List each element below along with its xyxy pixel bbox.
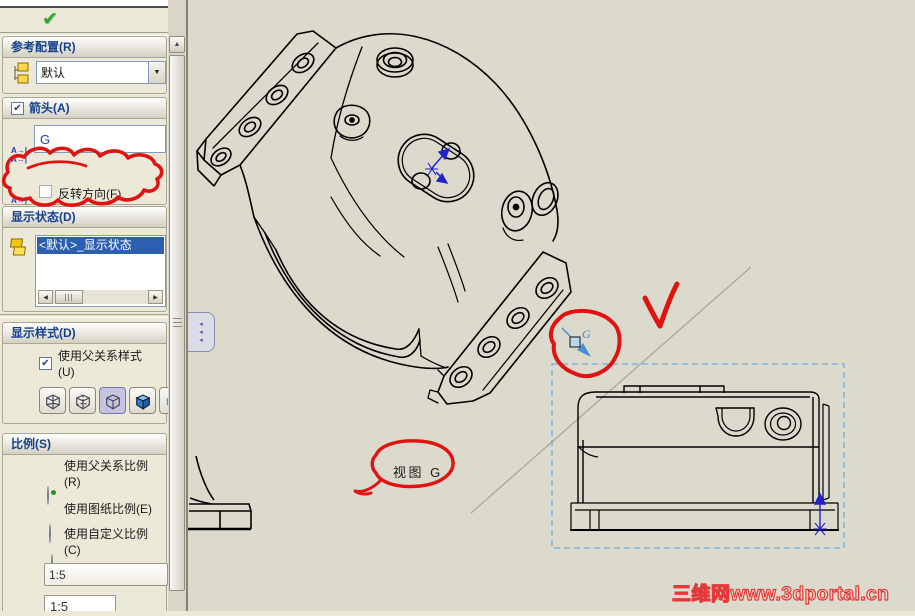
aux-view-drawing <box>570 385 839 531</box>
reverse-direction-label: 反转方向(F) <box>58 187 122 201</box>
label-direction-icon: A→| A→| <box>11 146 28 164</box>
use-sheet-scale-label: 使用图纸比例(E) <box>64 502 152 516</box>
group-scale: 比例(S) 使用父关系比例 (R) 使用图纸比例(E) 使用自定义比例 (C) … <box>2 433 168 611</box>
watermark-text: 三维网www.3dportal.cn <box>671 583 890 605</box>
panel-collapse-tab[interactable]: ◂ ◂ ◂ <box>188 312 215 352</box>
group-title: 显示样式(D) <box>11 326 76 340</box>
group-header-display-state[interactable]: 显示状态(D) <box>3 207 166 228</box>
aux-view-selection[interactable] <box>551 363 845 549</box>
scale-combobox-value: 1:5 <box>49 567 66 582</box>
chevron-down-icon[interactable]: ▼ <box>148 62 165 83</box>
display-style-buttons <box>3 387 168 417</box>
view-origin-marker <box>813 492 827 536</box>
scrollbar-thumb[interactable] <box>55 290 83 304</box>
check-icon: ✔ <box>13 102 22 114</box>
use-parent-scale-radio[interactable] <box>47 486 56 505</box>
thumb-grip <box>173 318 182 328</box>
group-arrow: ✔ 箭头(A) A→|A→| A→|A→| 反转方向(F) <box>2 97 167 214</box>
view-letter-input[interactable] <box>34 125 166 153</box>
use-parent-style-label: 使用父关系样式 (U) <box>58 349 143 379</box>
use-parent-style-checkbox[interactable]: ✔ <box>39 357 52 370</box>
cad-model-isometric[interactable] <box>196 30 572 405</box>
reverse-direction-checkbox[interactable] <box>39 185 52 198</box>
group-header-arrow[interactable]: ✔ 箭头(A) <box>3 98 166 119</box>
group-title: 显示状态(D) <box>11 210 76 224</box>
check-icon: ✔ <box>41 358 50 369</box>
style-wireframe-button[interactable] <box>39 387 66 414</box>
view-arrow-label: G <box>582 327 591 341</box>
custom-scale-input[interactable] <box>44 595 116 611</box>
style-shaded-button[interactable] <box>159 387 168 414</box>
group-header-scale[interactable]: 比例(S) <box>3 434 166 455</box>
use-custom-scale-label: 使用自定义比例 (C) <box>64 527 149 557</box>
group-header-display-style[interactable]: 显示样式(D) <box>3 323 166 344</box>
group-title: 参考配置(R) <box>11 40 76 54</box>
arrow-group-checkbox[interactable]: ✔ <box>11 101 24 115</box>
panel-scrollbar[interactable]: ▲ <box>168 0 186 611</box>
configuration-combobox[interactable]: 默认 ▼ <box>36 61 166 84</box>
drawing-sheet: G 视图 G <box>188 30 845 549</box>
display-state-icon <box>9 238 27 256</box>
view-direction-arrow[interactable]: G <box>561 327 591 357</box>
use-sheet-scale-radio[interactable] <box>49 524 51 543</box>
app-window: { "colors": { "annotation_red": "#e01212… <box>0 0 915 611</box>
display-state-listbox[interactable]: <默认>_显示状态 ◀ ▶ <box>35 235 166 307</box>
group-header-reference-configuration[interactable]: 参考配置(R) <box>3 37 166 58</box>
thumb-grip <box>65 293 73 301</box>
configuration-icon <box>14 62 29 84</box>
group-reference-configuration: 参考配置(R) 默认 ▼ <box>2 36 167 94</box>
group-title: 箭头(A) <box>29 101 70 115</box>
drawing-canvas[interactable]: G 视图 G ◂ ◂ ◂ 三维网www.3dportal.cn <box>188 0 915 611</box>
scale-combobox[interactable]: 1:5 <box>44 563 168 586</box>
style-shaded-with-edges-button[interactable] <box>129 387 156 414</box>
view-projection-line <box>470 266 752 514</box>
configuration-combobox-value: 默认 <box>41 66 66 80</box>
arrow-selection-handle[interactable] <box>569 336 581 348</box>
message-box-remnant <box>0 0 168 8</box>
property-manager-panel: ✔ 参考配置(R) 默认 ▼ ✔ 箭头(A) A→| A→| G A→| 反转方… <box>0 0 188 611</box>
scroll-right-icon[interactable]: ▶ <box>148 290 163 304</box>
ok-button[interactable]: ✔ <box>42 8 58 31</box>
collapse-left-icon: ◂ <box>199 320 203 328</box>
style-hidden-lines-visible-button[interactable] <box>69 387 96 414</box>
group-title: 比例(S) <box>11 437 51 451</box>
scroll-left-icon[interactable]: ◀ <box>38 290 53 304</box>
divider <box>0 314 168 318</box>
scroll-up-icon[interactable]: ▲ <box>169 36 185 53</box>
listbox-horizontal-scrollbar[interactable]: ◀ ▶ <box>38 290 163 304</box>
partial-view-bottom-left <box>188 455 252 531</box>
collapse-left-icon: ◂ <box>199 336 203 344</box>
use-parent-scale-label: 使用父关系比例 (R) <box>64 459 149 489</box>
group-display-style: 显示样式(D) ✔ 使用父关系样式 (U) <box>2 322 168 424</box>
panel-scrollbar-thumb[interactable] <box>169 55 185 591</box>
view-label-text[interactable]: 视图 G <box>393 465 443 480</box>
group-display-state: 显示状态(D) <默认>_显示状态 ◀ ▶ <box>2 206 167 312</box>
style-hidden-lines-removed-button[interactable] <box>99 387 126 414</box>
display-state-selected-item[interactable]: <默认>_显示状态 <box>37 237 164 254</box>
collapse-left-icon: ◂ <box>199 328 203 336</box>
